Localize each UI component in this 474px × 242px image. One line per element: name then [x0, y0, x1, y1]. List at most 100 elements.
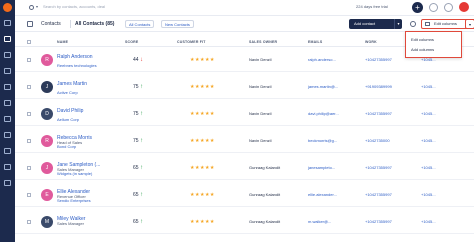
email-link[interactable]: m.walker@...: [308, 219, 331, 224]
quick-add-button[interactable]: +: [412, 2, 423, 13]
apps-icon[interactable]: [444, 3, 453, 12]
mobile-phone-link[interactable]: +1045...: [421, 138, 436, 143]
contacts-icon[interactable]: [4, 36, 11, 42]
work-phone-link[interactable]: +10427355997: [365, 219, 392, 224]
customer-fit-rating[interactable]: ★★★★★: [190, 111, 215, 117]
help-icon[interactable]: [429, 3, 438, 12]
products-icon[interactable]: [4, 164, 11, 170]
work-phone-link[interactable]: +91909389999: [365, 84, 392, 89]
mobile-phone-link[interactable]: +1045...: [421, 192, 436, 197]
work-phone-link[interactable]: +10427355997: [365, 192, 392, 197]
avatar[interactable]: J: [41, 162, 53, 174]
sales-owner[interactable]: Gunraag Kalandit: [249, 192, 280, 197]
customer-fit-rating[interactable]: ★★★★★: [190, 84, 215, 90]
column-header-work[interactable]: WORK: [365, 40, 377, 44]
sales-owner[interactable]: Navin Denzil: [249, 111, 271, 116]
email-link[interactable]: beckmorris@g...: [308, 138, 337, 143]
mobile-phone-link[interactable]: +1045...: [421, 219, 436, 224]
email-link[interactable]: ralph.anderso...: [308, 57, 336, 62]
customer-fit-rating[interactable]: ★★★★★: [190, 219, 215, 225]
reports-icon[interactable]: [4, 132, 11, 138]
add-contact-button[interactable]: Add contact ▾: [349, 19, 402, 29]
edit-columns-button[interactable]: Edit columns ▾: [421, 19, 474, 29]
customer-fit-rating[interactable]: ★★★★★: [190, 192, 215, 198]
row-checkbox[interactable]: [27, 112, 31, 116]
global-search-input[interactable]: Search by contacts, accounts, deal: [43, 4, 163, 12]
email-link[interactable]: james.martin@...: [308, 84, 338, 89]
campaigns-icon[interactable]: [4, 148, 11, 154]
avatar[interactable]: R: [41, 135, 53, 147]
email-link[interactable]: janesampleto...: [308, 165, 335, 170]
avatar[interactable]: D: [41, 108, 53, 120]
mobile-phone-link[interactable]: +1045...: [421, 165, 436, 170]
contact-company-link[interactable]: Active Corp: [57, 90, 78, 95]
calendar-icon[interactable]: [4, 84, 11, 90]
menu-item-edit-columns[interactable]: Edit columns: [411, 37, 434, 42]
chat-icon[interactable]: [4, 100, 11, 106]
row-checkbox[interactable]: [27, 85, 31, 89]
sales-owner[interactable]: Gunraag Kalandit: [249, 219, 280, 224]
accounts-icon[interactable]: [4, 52, 11, 58]
table-row[interactable]: J James Martin Active Corp 75 ↑ ★★★★★ Navin D…: [15, 75, 474, 99]
contact-company-link[interactable]: Bond Corp: [57, 144, 76, 149]
sales-owner[interactable]: Navin Denzil: [249, 84, 271, 89]
table-row[interactable]: E Ellie Alexander Revenue Officer Sendic En…: [15, 183, 474, 207]
sales-owner[interactable]: Navin Denzil: [249, 138, 271, 143]
phone-icon[interactable]: [4, 116, 11, 122]
work-phone-link[interactable]: +10427355997: [365, 111, 392, 116]
column-header-sales-owner[interactable]: SALES OWNER: [249, 40, 277, 44]
column-header-customer-fit[interactable]: CUSTOMER FIT: [177, 40, 206, 44]
table-row[interactable]: D David Philip Aellum Corp 75 ↑ ★★★★★ Navin D…: [15, 102, 474, 126]
contact-name-link[interactable]: James Martin: [57, 81, 87, 87]
column-header-score[interactable]: SCORE: [125, 40, 138, 44]
email-link[interactable]: davi.philip@aer...: [308, 111, 339, 116]
work-phone-link[interactable]: +1042735000: [365, 138, 390, 143]
avatar[interactable]: J: [41, 81, 53, 93]
dashboard-icon[interactable]: [4, 20, 11, 26]
mobile-phone-link[interactable]: +1045...: [421, 111, 436, 116]
chevron-down-icon[interactable]: ▾: [394, 19, 402, 29]
column-header-name[interactable]: NAME: [57, 40, 68, 44]
deals-icon[interactable]: [4, 68, 11, 74]
app-logo[interactable]: [3, 3, 12, 12]
chevron-down-icon[interactable]: ▾: [36, 4, 38, 9]
notifications-icon[interactable]: [459, 2, 469, 12]
row-checkbox[interactable]: [27, 139, 31, 143]
sales-owner[interactable]: Navin Denzil: [249, 57, 271, 62]
customer-fit-rating[interactable]: ★★★★★: [190, 165, 215, 171]
view-selector[interactable]: All Contacts (85): [75, 21, 114, 27]
row-checkbox[interactable]: [27, 58, 31, 62]
select-all-checkbox[interactable]: [27, 40, 31, 44]
settings-icon[interactable]: [4, 180, 11, 186]
search-icon[interactable]: [29, 5, 34, 10]
chip-new-contacts[interactable]: New Contacts: [161, 20, 194, 28]
contact-company-link[interactable]: Sendic Enterprises: [57, 198, 91, 203]
contact-company-link[interactable]: Aellum Corp: [57, 117, 79, 122]
menu-item-add-columns[interactable]: Add columns: [411, 47, 434, 52]
row-checkbox[interactable]: [27, 220, 31, 224]
contact-company-link[interactable]: Widgets (in sample): [57, 171, 92, 176]
table-row[interactable]: R Rebecca Morris Head of Sales Bond Corp 75 …: [15, 129, 474, 153]
table-row[interactable]: J Jane Sampleton (... Sales Manager Widgets…: [15, 156, 474, 180]
customer-fit-rating[interactable]: ★★★★★: [190, 57, 215, 63]
mobile-phone-link[interactable]: +1045...: [421, 84, 436, 89]
work-phone-link[interactable]: +10427355997: [365, 165, 392, 170]
email-link[interactable]: ellie.alexander...: [308, 192, 337, 197]
column-header-emails[interactable]: EMAILS: [308, 40, 322, 44]
avatar[interactable]: E: [41, 189, 53, 201]
avatar[interactable]: M: [41, 216, 53, 228]
gear-icon[interactable]: [410, 21, 416, 27]
contact-company-link[interactable]: Reebnes technologies: [57, 63, 97, 68]
work-phone-link[interactable]: +10427355997: [365, 57, 392, 62]
contact-name-link[interactable]: David Philip: [57, 108, 83, 114]
table-row[interactable]: M Miley Walker Sales Manager 65 ↑ ★★★★★ Gunra…: [15, 210, 474, 234]
customer-fit-rating[interactable]: ★★★★★: [190, 138, 215, 144]
row-checkbox[interactable]: [27, 193, 31, 197]
sales-owner[interactable]: Gunraag Kalandit: [249, 165, 280, 170]
columns-icon: [425, 22, 430, 26]
chip-all-contacts[interactable]: All Contacts: [125, 20, 155, 28]
contact-name-link[interactable]: Ralph Anderson: [57, 54, 93, 60]
avatar[interactable]: R: [41, 54, 53, 66]
chevron-down-icon[interactable]: ▾: [465, 19, 474, 29]
row-checkbox[interactable]: [27, 166, 31, 170]
